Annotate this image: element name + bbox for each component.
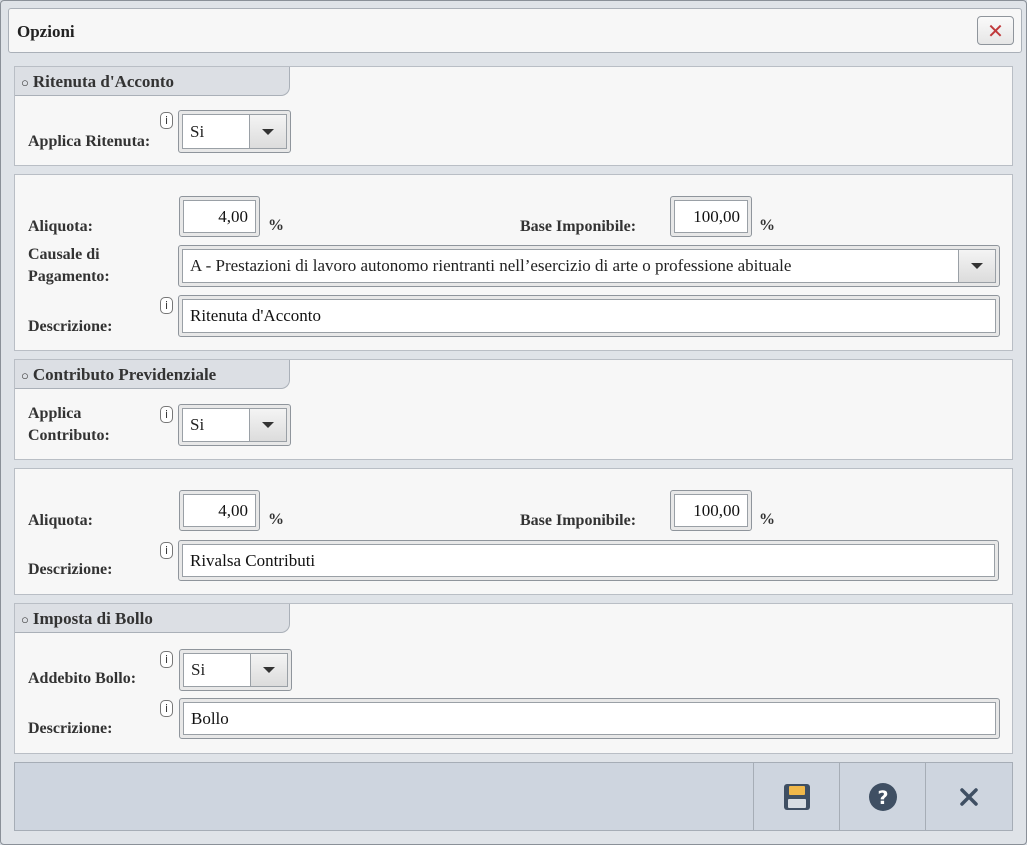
chevron-down-icon xyxy=(263,667,275,673)
info-icon[interactable]: i xyxy=(160,651,173,668)
chevron-down-icon xyxy=(971,263,983,269)
bullet-icon: ○ xyxy=(21,368,29,383)
ritenuta-section-title: Ritenuta d'Acconto xyxy=(32,72,175,91)
dropdown-button[interactable] xyxy=(958,250,995,282)
info-icon[interactable]: i xyxy=(160,406,173,423)
base-imponibile-field[interactable]: 100,00 xyxy=(670,490,752,531)
base-imponibile-label: Base Imponibile: xyxy=(520,512,637,529)
footer-toolbar: ? xyxy=(14,762,1013,831)
ritenuta-section: ○ Ritenuta d'Acconto Applica Ritenuta: i … xyxy=(14,66,1013,166)
chevron-down-icon xyxy=(262,128,274,135)
contributo-section: ○ Contributo Previdenziale Applica Contri… xyxy=(14,359,1013,460)
info-icon[interactable]: i xyxy=(160,297,173,314)
bollo-section-header: ○ Imposta di Bollo xyxy=(15,604,290,633)
causale-label-line2: Pagamento: xyxy=(28,268,110,285)
applica-ritenuta-label: Applica Ritenuta: xyxy=(28,133,151,150)
ritenuta-details: Aliquota: 4,00 % Base Imponibile: 100,00… xyxy=(14,174,1013,351)
descrizione-field[interactable]: Ritenuta d'Acconto xyxy=(178,295,1000,337)
applica-contributo-select[interactable]: Si xyxy=(178,404,291,446)
bollo-section: ○ Imposta di Bollo Addebito Bollo: i Si D… xyxy=(14,603,1013,754)
base-percent: % xyxy=(759,217,775,234)
causale-label-line1: Causale di xyxy=(28,246,100,263)
close-icon xyxy=(959,787,978,806)
svg-text:?: ? xyxy=(877,787,888,809)
base-imponibile-input[interactable]: 100,00 xyxy=(674,200,748,233)
aliquota-field[interactable]: 4,00 xyxy=(179,490,260,531)
options-dialog: Opzioni ✕ ○ Ritenuta d'Acconto Applica Ri… xyxy=(0,0,1027,845)
bollo-section-title: Imposta di Bollo xyxy=(32,609,153,628)
save-icon xyxy=(783,783,810,810)
base-percent: % xyxy=(759,511,775,528)
descrizione-input[interactable]: Ritenuta d'Acconto xyxy=(182,299,996,333)
base-imponibile-field[interactable]: 100,00 xyxy=(670,196,752,237)
dropdown-button[interactable] xyxy=(249,115,286,148)
causale-select[interactable]: A - Prestazioni di lavoro autonomo rient… xyxy=(178,245,1000,287)
info-icon[interactable]: i xyxy=(160,542,173,559)
descrizione-field[interactable]: Bollo xyxy=(179,698,1000,739)
aliquota-input[interactable]: 4,00 xyxy=(183,200,256,233)
applica-ritenuta-value: Si xyxy=(183,115,249,148)
dropdown-button[interactable] xyxy=(249,409,286,441)
descrizione-input[interactable]: Rivalsa Contributi xyxy=(182,544,995,577)
applica-contributo-label-line2: Contributo: xyxy=(28,427,110,444)
bullet-icon: ○ xyxy=(21,75,29,90)
aliquota-label: Aliquota: xyxy=(28,218,93,235)
aliquota-field[interactable]: 4,00 xyxy=(179,196,260,237)
aliquota-percent: % xyxy=(268,217,284,234)
applica-ritenuta-select[interactable]: Si xyxy=(178,110,291,153)
info-icon[interactable]: i xyxy=(160,112,173,129)
bullet-icon: ○ xyxy=(21,612,29,627)
contributo-section-title: Contributo Previdenziale xyxy=(32,365,217,384)
help-button[interactable]: ? xyxy=(839,763,925,830)
addebito-bollo-value: Si xyxy=(184,654,250,686)
close-icon: ✕ xyxy=(987,18,1004,43)
info-icon[interactable]: i xyxy=(160,700,173,717)
title-bar: Opzioni ✕ xyxy=(8,8,1022,53)
applica-contributo-value: Si xyxy=(183,409,249,441)
descrizione-input[interactable]: Bollo xyxy=(183,702,996,735)
dialog-title: Opzioni xyxy=(17,22,75,41)
close-button[interactable] xyxy=(925,763,1011,830)
dropdown-button[interactable] xyxy=(250,654,287,686)
title-close-button[interactable]: ✕ xyxy=(977,16,1014,45)
aliquota-percent: % xyxy=(268,511,284,528)
chevron-down-icon xyxy=(262,422,274,428)
descrizione-field[interactable]: Rivalsa Contributi xyxy=(178,540,999,581)
aliquota-input[interactable]: 4,00 xyxy=(183,494,256,527)
aliquota-label: Aliquota: xyxy=(28,512,93,529)
base-imponibile-input[interactable]: 100,00 xyxy=(674,494,748,527)
contributo-details: Aliquota: 4,00 % Base Imponibile: 100,00… xyxy=(14,468,1013,595)
base-imponibile-label: Base Imponibile: xyxy=(520,218,637,235)
ritenuta-section-header: ○ Ritenuta d'Acconto xyxy=(15,67,290,96)
addebito-bollo-label: Addebito Bollo: xyxy=(28,670,137,687)
descrizione-label: Descrizione: xyxy=(28,720,113,737)
help-icon: ? xyxy=(868,782,897,811)
save-button[interactable] xyxy=(753,763,839,830)
contributo-section-header: ○ Contributo Previdenziale xyxy=(15,360,290,389)
addebito-bollo-select[interactable]: Si xyxy=(179,649,292,691)
descrizione-label: Descrizione: xyxy=(28,318,113,335)
applica-contributo-label-line1: Applica xyxy=(28,405,82,422)
causale-value: A - Prestazioni di lavoro autonomo rient… xyxy=(183,250,958,282)
descrizione-label: Descrizione: xyxy=(28,561,113,578)
